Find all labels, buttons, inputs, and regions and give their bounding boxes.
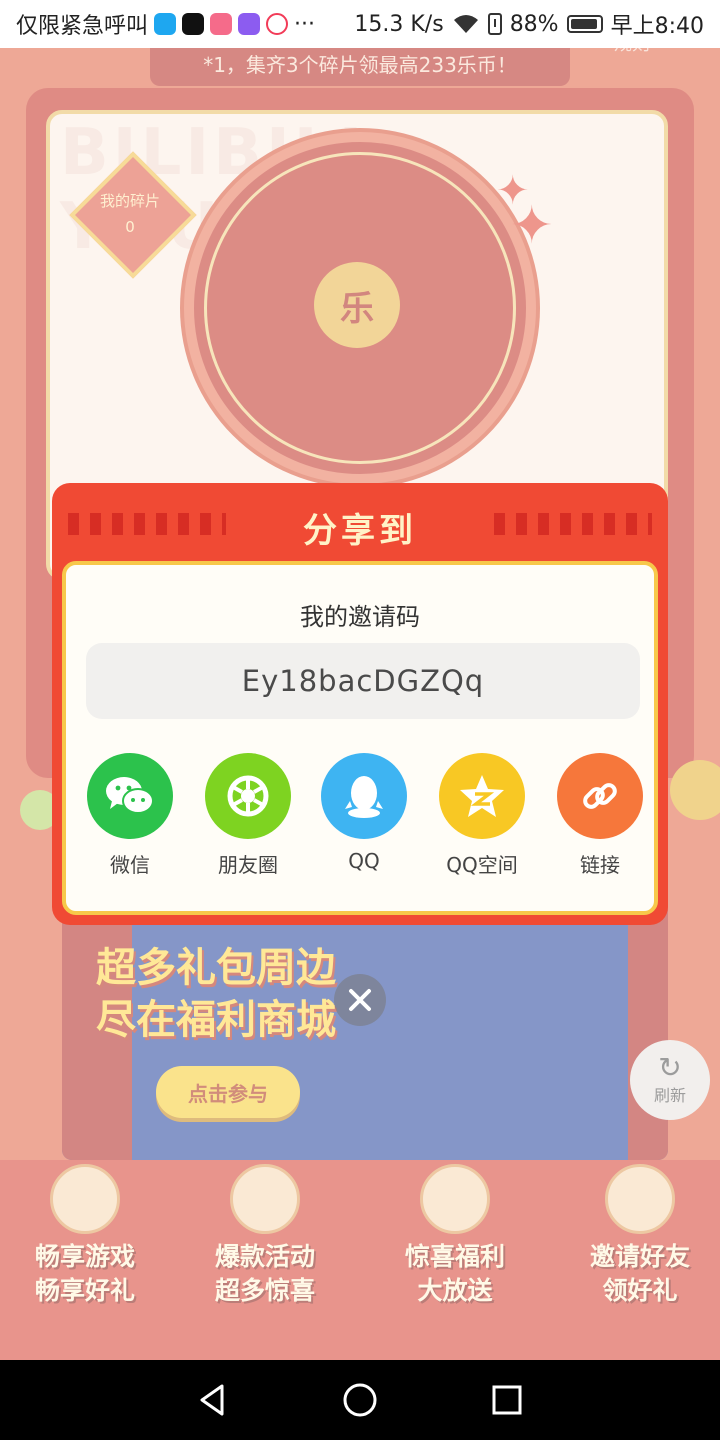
share-option-label: 链接 — [580, 853, 620, 877]
video-app-icon — [266, 13, 289, 35]
share-option-label: 朋友圈 — [218, 853, 278, 877]
back-button[interactable] — [183, 1370, 243, 1430]
battery-percent: 88% — [509, 11, 559, 37]
notification-icons: ··· — [154, 12, 315, 37]
screen: 仅限紧急呼叫 ··· 15.3 K/s 88% 早上8:40 *1，集齐3个碎片… — [0, 0, 720, 1440]
app-notification-icon — [154, 13, 177, 35]
app-notification-icon — [238, 13, 261, 35]
home-button[interactable] — [330, 1370, 390, 1430]
carrier-text: 仅限紧急呼叫 — [16, 14, 149, 39]
wifi-icon — [453, 15, 478, 33]
navigation-bar — [0, 1360, 720, 1440]
invite-code-box[interactable]: Ey18bacDGZQq — [86, 643, 640, 719]
invite-code-label: 我的邀请码 — [300, 603, 420, 631]
link-icon — [557, 753, 643, 839]
qq-icon — [321, 753, 407, 839]
sim-icon — [487, 13, 502, 35]
share-moments-button[interactable]: 朋友圈 — [198, 753, 298, 878]
close-icon — [349, 989, 371, 1011]
share-dialog: 分享到 我的邀请码 Ey18bacDGZQq 微信 朋友圈 QQ QQ空间 链接 — [52, 483, 668, 925]
share-link-button[interactable]: 链接 — [550, 753, 650, 878]
moments-icon — [205, 753, 291, 839]
clock: 早上8:40 — [610, 14, 704, 39]
network-speed: 15.3 K/s — [354, 11, 444, 37]
wechat-icon — [87, 753, 173, 839]
more-notifications-icon: ··· — [294, 11, 315, 37]
qzone-icon — [439, 753, 525, 839]
recents-icon — [492, 1385, 522, 1415]
close-dialog-button[interactable] — [334, 974, 386, 1026]
status-right: 15.3 K/s 88% 早上8:40 — [354, 8, 704, 40]
share-options: 微信 朋友圈 QQ QQ空间 链接 — [66, 753, 654, 883]
home-icon — [343, 1383, 377, 1417]
battery-icon — [566, 15, 603, 33]
share-option-label: 微信 — [110, 853, 150, 877]
share-option-label: QQ — [348, 849, 380, 873]
back-icon — [200, 1384, 224, 1416]
share-qq-button[interactable]: QQ — [314, 753, 414, 873]
recents-button[interactable] — [477, 1370, 537, 1430]
tiktok-icon — [182, 13, 205, 35]
dialog-title: 分享到 — [303, 511, 417, 551]
share-wechat-button[interactable]: 微信 — [80, 753, 180, 878]
status-bar: 仅限紧急呼叫 ··· 15.3 K/s 88% 早上8:40 — [0, 0, 720, 48]
share-qzone-button[interactable]: QQ空间 — [432, 753, 532, 878]
app-notification-icon — [210, 13, 233, 35]
share-option-label: QQ空间 — [446, 853, 518, 877]
dialog-body: 我的邀请码 Ey18bacDGZQq 微信 朋友圈 QQ QQ空间 链接 — [62, 561, 658, 915]
